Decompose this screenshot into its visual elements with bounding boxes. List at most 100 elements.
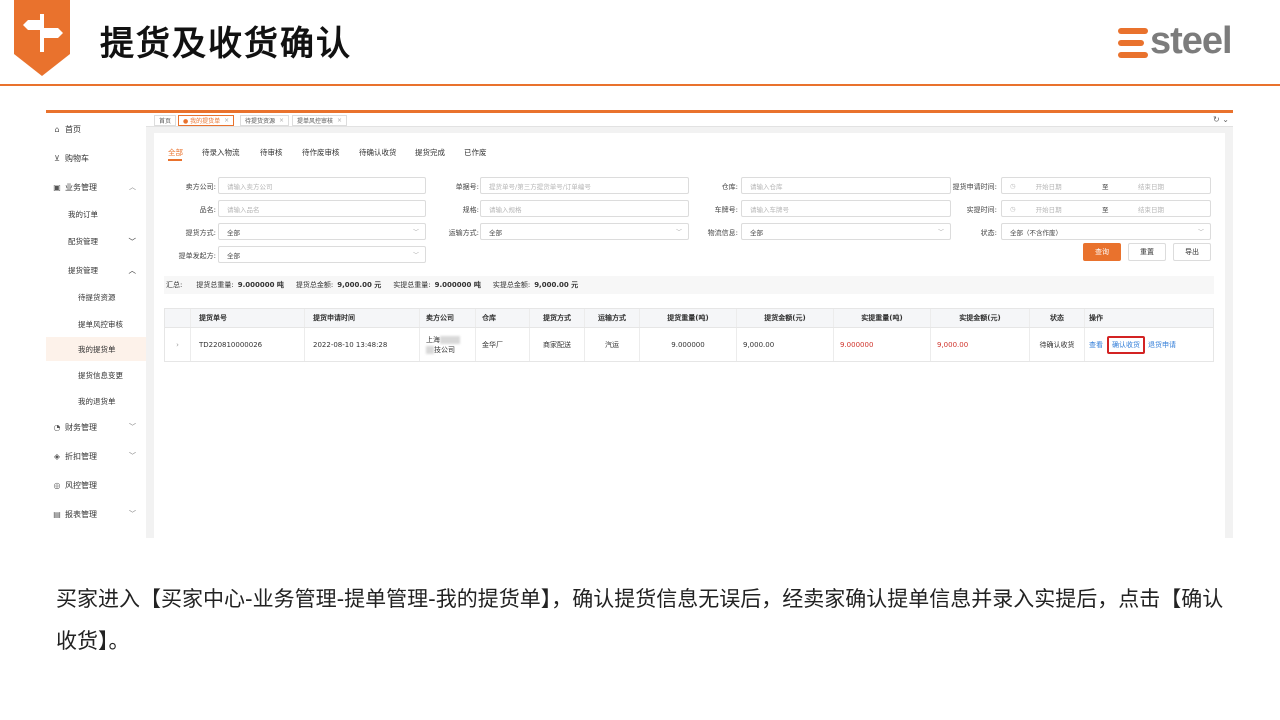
tab-voided[interactable]: 已作废 (464, 147, 487, 158)
sidebar-item-discount[interactable]: ◈ 折扣管理 ﹀ (46, 444, 146, 468)
billno-label: 单据号: (455, 183, 479, 191)
page-tab-home[interactable]: 首页 (154, 115, 177, 126)
sidebar-item-label: 财务管理 (65, 422, 97, 432)
sidebar-item-cart[interactable]: ⊻ 购物车 (46, 146, 146, 170)
chevron-down-icon[interactable]: ⌄ (1222, 115, 1229, 124)
calendar-icon: ◷ (1010, 181, 1016, 190)
query-button[interactable]: 查询 (1083, 243, 1121, 261)
sidebar-item-my-returns[interactable]: 我的退货单 (46, 389, 146, 413)
warehouse-placeholder: 请输入仓库 (750, 182, 783, 191)
seller-placeholder: 请输入卖方公司 (227, 182, 273, 191)
col-header: 提货申请时间 (305, 309, 420, 327)
refresh-icon[interactable]: ↻ (1213, 115, 1220, 124)
status-select[interactable]: 全部（不含作废） ﹀ (1001, 223, 1211, 240)
cell-actual-amount: 9,000.00 (931, 328, 1030, 361)
tab-pending-review[interactable]: 待审核 (260, 147, 283, 158)
actual-time-range[interactable]: ◷ 开始日期 至 结束日期 (1001, 200, 1211, 217)
return-request-link[interactable]: 退货申请 (1148, 340, 1176, 350)
initiator-select[interactable]: 全部 ﹀ (218, 246, 426, 263)
sidebar-item-pickup[interactable]: 提货管理 ︿ (46, 258, 146, 282)
pick-amount-label: 提货总金额: (295, 281, 334, 289)
sidebar-item-home[interactable]: ⌂ 首页 (46, 117, 146, 141)
sidebar-item-label: 我的提货单 (78, 344, 116, 354)
app-screenshot: ⌂ 首页 ⊻ 购物车 ▣ 业务管理 ︿ 我的订单 配货管理 ﹀ 提货管理 ︿ 待… (46, 110, 1233, 538)
col-header: 提货单号 (191, 309, 305, 327)
actual-amount-value: 9,000.00 元 (534, 281, 579, 289)
product-input[interactable]: 请输入品名 (218, 200, 426, 217)
tab-all[interactable]: 全部 (168, 147, 183, 158)
seller-label: 卖方公司: (185, 183, 216, 191)
sidebar-item-label: 业务管理 (65, 182, 97, 192)
tab-pending-logistics[interactable]: 待录入物流 (202, 147, 240, 158)
seller-input[interactable]: 请输入卖方公司 (218, 177, 426, 194)
close-icon[interactable]: × (337, 117, 342, 124)
initiator-value: 全部 (227, 251, 240, 260)
sidebar-item-my-pickups[interactable]: 我的提货单 (46, 337, 146, 361)
initiator-label: 提单发起方: (178, 252, 216, 260)
spec-placeholder: 请输入规格 (489, 205, 522, 214)
col-header: 仓库 (476, 309, 530, 327)
col-header: 运输方式 (585, 309, 640, 327)
sidebar-item-finance[interactable]: ◔ 财务管理 ﹀ (46, 415, 146, 439)
sidebar-item-label: 首页 (65, 124, 81, 134)
page-tab-pending-pickup[interactable]: 待提货资源 × (240, 115, 290, 126)
cell-warehouse: 金华厂 (476, 328, 530, 361)
sidebar-item-label: 折扣管理 (65, 451, 97, 461)
chevron-up-icon: ︿ (129, 183, 136, 191)
pick-amount-value: 9,000.00 元 (337, 281, 382, 289)
sidebar-item-pending-pickup[interactable]: 待提货资源 (46, 285, 146, 309)
cell-bill-no: TD220810000026 (191, 328, 305, 361)
tab-pending-confirm[interactable]: 待确认收货 (359, 147, 397, 158)
view-link[interactable]: 查看 (1089, 340, 1103, 350)
expand-row-icon[interactable]: › (165, 328, 191, 361)
col-header: 状态 (1030, 309, 1085, 327)
tab-pending-void-review[interactable]: 待作废审核 (302, 147, 340, 158)
method-select[interactable]: 全部 ﹀ (218, 223, 426, 240)
active-tab-indicator (168, 159, 182, 161)
col-header: 操作 (1089, 314, 1103, 322)
finance-icon: ◔ (53, 422, 61, 432)
product-placeholder: 请输入品名 (227, 205, 260, 214)
tab-completed[interactable]: 提货完成 (415, 147, 445, 158)
plate-input[interactable]: 请输入车牌号 (741, 200, 951, 217)
col-header: 实提金额(元) (931, 309, 1030, 327)
sidebar-item-my-orders[interactable]: 我的订单 (46, 202, 146, 226)
confirm-receipt-button[interactable]: 确认收货 (1107, 335, 1145, 354)
page-tab-my-pickups[interactable]: ● 我的提货单 × (178, 115, 235, 126)
sidebar-item-delivery[interactable]: 配货管理 ﹀ (46, 229, 146, 253)
sidebar-item-risk[interactable]: ◎ 风控管理 (46, 473, 146, 497)
close-icon[interactable]: × (224, 117, 229, 124)
page-tab-label: 待提货资源 (245, 118, 276, 125)
chevron-down-icon: ﹀ (128, 236, 137, 246)
actual-amount-label: 实提总金额: (492, 281, 531, 289)
spec-input[interactable]: 请输入规格 (480, 200, 689, 217)
export-button[interactable]: 导出 (1173, 243, 1211, 261)
logo-e-icon (1118, 28, 1148, 58)
sidebar-item-business[interactable]: ▣ 业务管理 ︿ (46, 175, 146, 199)
sidebar-item-bill-risk[interactable]: 提单风控审核 (46, 312, 146, 336)
page-tab-bill-risk[interactable]: 提单风控审核 × (292, 115, 348, 126)
shield-icon: ◎ (53, 480, 61, 490)
transport-label: 运输方式: (448, 229, 479, 237)
sidebar-item-label: 购物车 (65, 153, 89, 163)
apply-time-range[interactable]: ◷ 开始日期 至 结束日期 (1001, 177, 1211, 194)
logistics-select[interactable]: 全部 ﹀ (741, 223, 951, 240)
sidebar-item-pickup-change[interactable]: 提货信息变更 (46, 363, 146, 387)
cart-icon: ⊻ (54, 153, 60, 163)
reset-button[interactable]: 重置 (1128, 243, 1166, 261)
transport-select[interactable]: 全部 ﹀ (480, 223, 689, 240)
spec-label: 规格: (462, 206, 479, 214)
end-date-placeholder: 结束日期 (1138, 182, 1164, 191)
billno-input[interactable]: 提货单号/第三方提货单号/订单编号 (480, 177, 689, 194)
range-to: 至 (1102, 182, 1109, 191)
pick-weight-value: 9.000000 吨 (237, 281, 284, 289)
sidebar-item-label: 配货管理 (68, 236, 98, 246)
seller-text: 技公司 (434, 345, 455, 354)
warehouse-input[interactable]: 请输入仓库 (741, 177, 951, 194)
close-icon[interactable]: × (279, 117, 284, 124)
page-tab-label: ● 我的提货单 (183, 118, 221, 125)
table-header: 提货单号 提货申请时间 卖方公司 仓库 提货方式 运输方式 提货重量(吨) 提货… (164, 308, 1214, 328)
sidebar-item-reports[interactable]: ▤ 报表管理 ﹀ (46, 502, 146, 526)
cell-pickup-method: 商家配送 (530, 328, 585, 361)
status-value: 全部（不含作废） (1010, 228, 1062, 237)
